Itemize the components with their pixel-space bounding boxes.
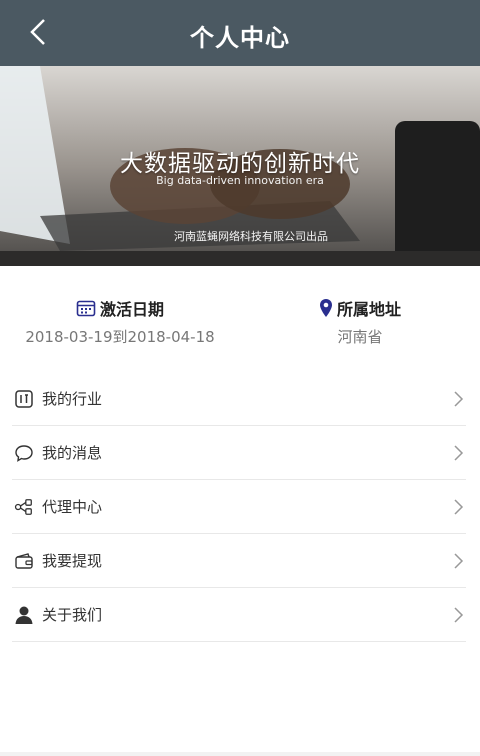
- banner-company: 河南蓝蝇网络科技有限公司出品: [174, 230, 328, 243]
- chevron-right-icon: [454, 445, 464, 461]
- activation-value: 2018-03-19到2018-04-18: [25, 328, 215, 346]
- location-pin-icon: [319, 299, 332, 317]
- bottom-divider: [0, 752, 480, 756]
- chevron-right-icon: [454, 391, 464, 407]
- menu-label: 我的行业: [42, 390, 103, 408]
- calendar-icon: [76, 300, 96, 317]
- menu-label: 我要提现: [42, 552, 103, 570]
- wallet-icon: [14, 551, 34, 571]
- location-label: 所属地址: [336, 300, 401, 319]
- chevron-right-icon: [454, 553, 464, 569]
- activation-date: 激活日期 2018-03-19到2018-04-18: [20, 296, 220, 347]
- activation-label: 激活日期: [99, 300, 164, 319]
- menu-item-about-us[interactable]: 关于我们: [12, 588, 466, 642]
- banner-subtitle: Big data-driven innovation era: [156, 174, 324, 187]
- chevron-right-icon: [454, 607, 464, 623]
- location: 所属地址 河南省: [280, 296, 440, 347]
- info-section: 激活日期 2018-03-19到2018-04-18 所属地址 河南省: [0, 266, 480, 366]
- page-title: 个人中心: [190, 24, 290, 52]
- banner: 大数据驱动的创新时代 Big data-driven innovation er…: [0, 66, 480, 266]
- message-icon: [14, 443, 34, 463]
- banner-title: 大数据驱动的创新时代: [120, 151, 360, 177]
- menu-label: 关于我们: [42, 606, 103, 624]
- menu-item-withdraw[interactable]: 我要提现: [12, 534, 466, 588]
- location-value: 河南省: [337, 328, 383, 346]
- user-icon: [14, 605, 34, 625]
- menu-item-messages[interactable]: 我的消息: [12, 426, 466, 480]
- chevron-right-icon: [454, 499, 464, 515]
- industry-icon: [14, 389, 34, 409]
- menu-label: 代理中心: [42, 498, 103, 516]
- agent-icon: [14, 497, 34, 517]
- menu-label: 我的消息: [42, 444, 103, 462]
- menu-list: 我的行业 我的消息 代理中心 我要提现 关于我们: [12, 372, 466, 642]
- app-header: 个人中心: [0, 0, 480, 66]
- menu-item-agent-center[interactable]: 代理中心: [12, 480, 466, 534]
- menu-item-industry[interactable]: 我的行业: [12, 372, 466, 426]
